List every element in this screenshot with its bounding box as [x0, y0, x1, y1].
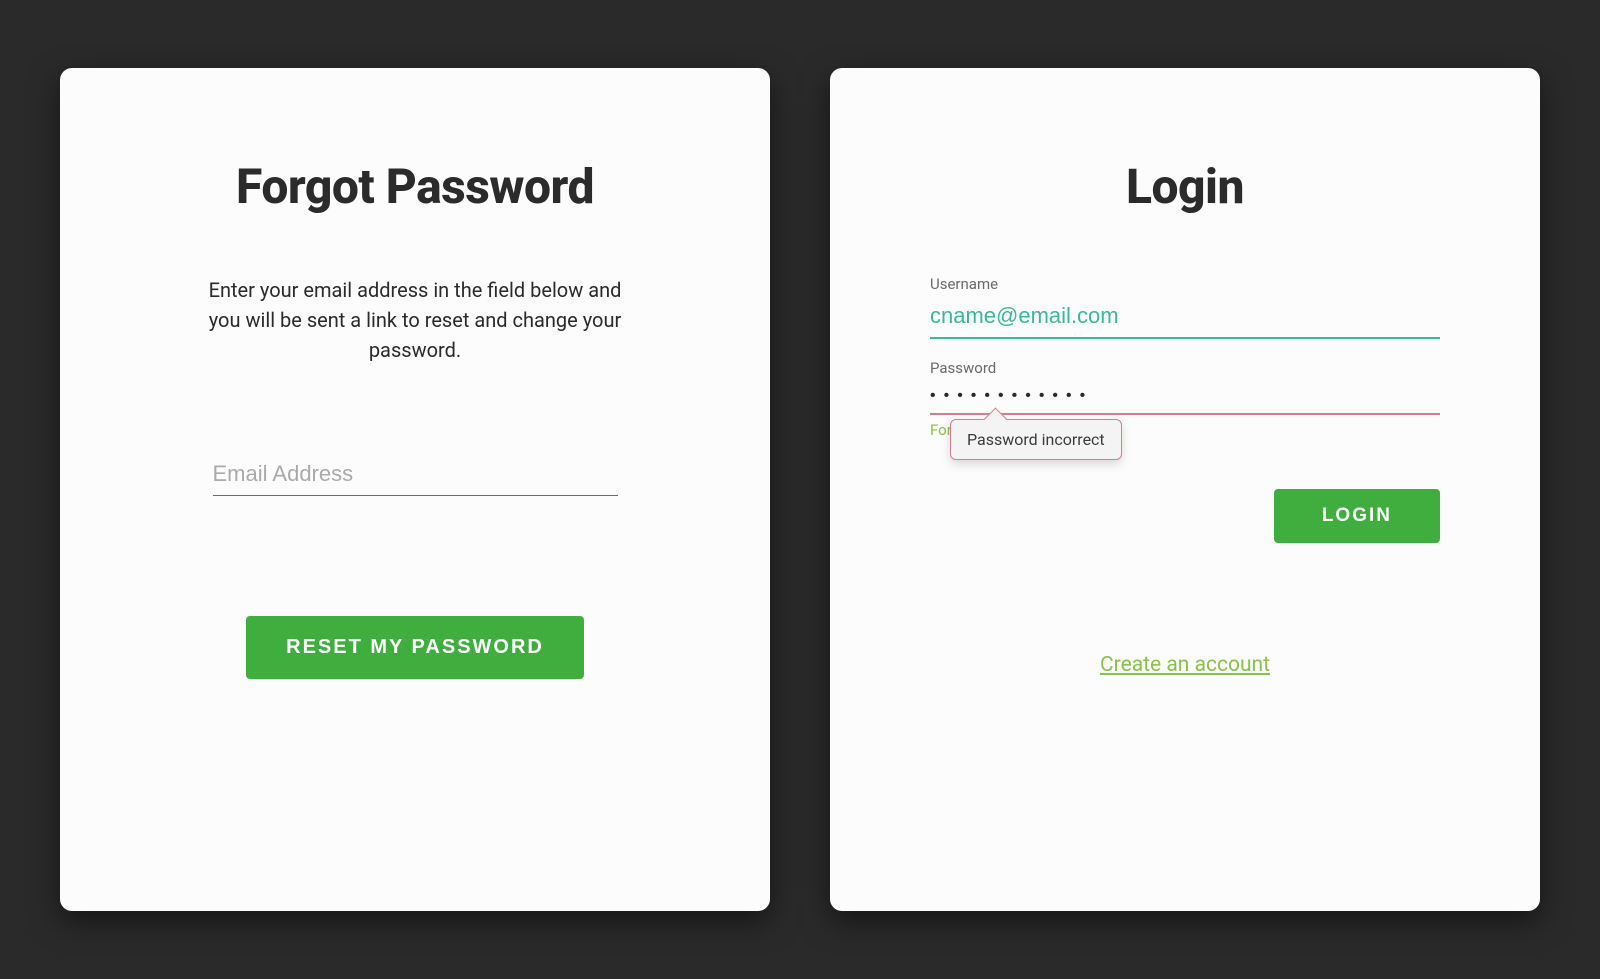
login-title: Login — [930, 158, 1440, 215]
forgot-description: Enter your email address in the field be… — [205, 275, 625, 365]
username-label: Username — [930, 275, 1440, 293]
login-fields: Username Password Password incorrect For… — [930, 275, 1440, 677]
password-error-tooltip: Password incorrect — [950, 419, 1122, 460]
forgot-title: Forgot Password — [160, 158, 670, 215]
email-field-wrap — [213, 455, 618, 496]
forgot-password-card: Forgot Password Enter your email address… — [60, 68, 770, 911]
password-input[interactable] — [930, 381, 1440, 415]
username-field-wrap: Username — [930, 275, 1440, 339]
email-input[interactable] — [213, 455, 618, 496]
reset-password-button[interactable]: RESET MY PASSWORD — [246, 616, 584, 679]
login-button-row: LOGIN — [930, 489, 1440, 543]
login-card: Login Username Password Password incorre… — [830, 68, 1540, 911]
login-button[interactable]: LOGIN — [1274, 489, 1440, 543]
password-label: Password — [930, 359, 1440, 377]
password-field-wrap: Password Password incorrect Forgot passw… — [930, 359, 1440, 439]
create-account-link[interactable]: Create an account — [930, 653, 1440, 677]
username-input[interactable] — [930, 297, 1440, 339]
